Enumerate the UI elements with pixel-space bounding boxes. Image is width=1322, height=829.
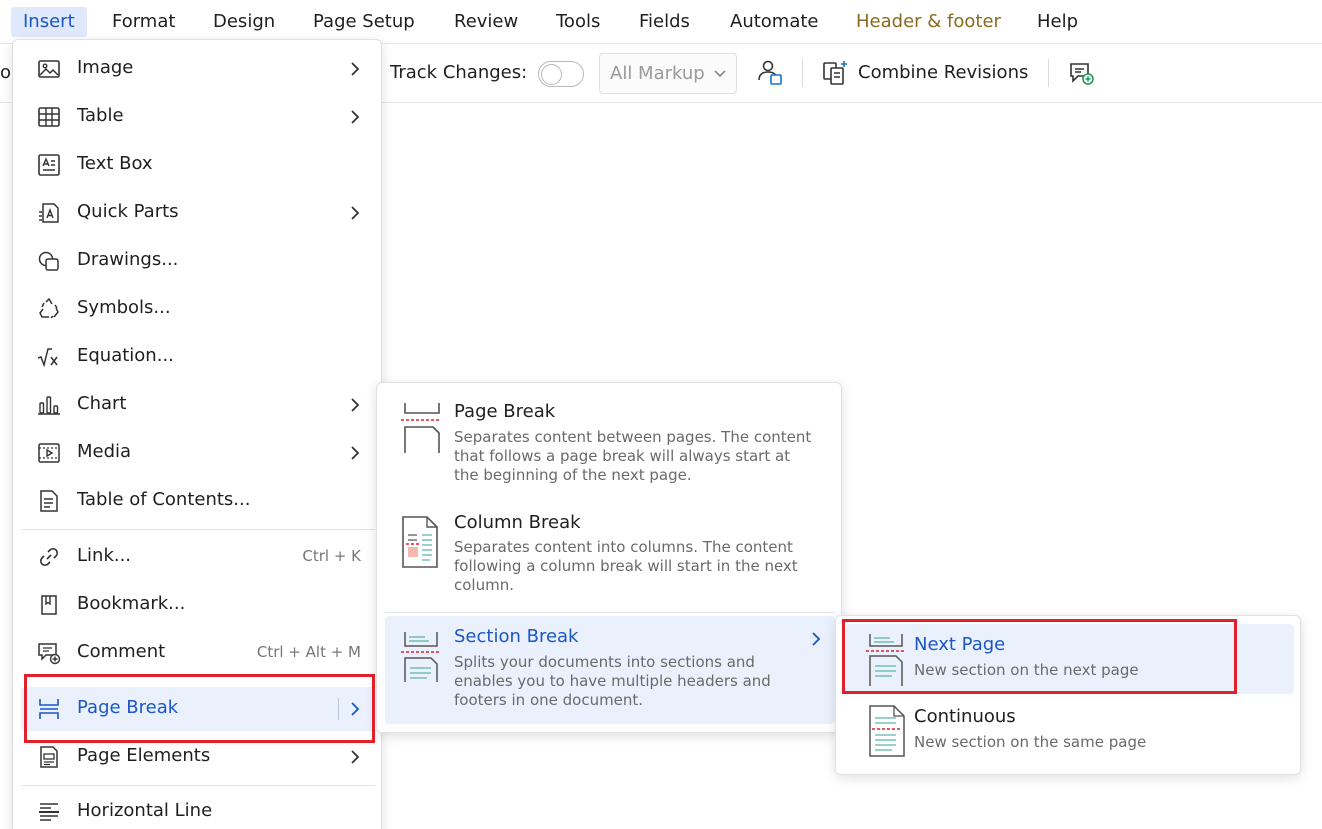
table-icon bbox=[37, 105, 61, 129]
shortcut-hint: Ctrl + Alt + M bbox=[256, 643, 361, 661]
combine-revisions-button[interactable]: Combine Revisions bbox=[858, 62, 1028, 83]
menu-automate[interactable]: Automate bbox=[730, 7, 819, 37]
track-changes-label: Track Changes: bbox=[390, 62, 528, 83]
chart-icon bbox=[37, 393, 61, 417]
track-changes-toggle[interactable] bbox=[538, 61, 584, 87]
menu-item-label: Horizontal Line bbox=[77, 800, 213, 821]
toolbar-divider bbox=[802, 59, 803, 87]
text-box-icon bbox=[37, 153, 61, 177]
menu-fields[interactable]: Fields bbox=[639, 7, 690, 37]
insert-bookmark-item[interactable]: Bookmark... bbox=[21, 583, 375, 627]
insert-text-box-item[interactable]: Text Box bbox=[21, 143, 375, 187]
toolbar-clipped-text: o bbox=[0, 62, 12, 83]
insert-chart-item[interactable]: Chart bbox=[21, 383, 375, 427]
menu-format[interactable]: Format bbox=[112, 7, 175, 37]
shortcut-hint: Ctrl + K bbox=[302, 547, 361, 565]
reviewers-icon[interactable] bbox=[755, 58, 785, 88]
option-title: Section Break bbox=[454, 626, 579, 647]
menu-divider bbox=[21, 785, 375, 786]
markup-select[interactable]: All Markup bbox=[599, 53, 737, 94]
insert-comment-item[interactable]: Comment Ctrl + Alt + M bbox=[21, 631, 375, 675]
insert-quick-parts-item[interactable]: Quick Parts bbox=[21, 191, 375, 235]
menu-item-label: Link... bbox=[77, 545, 132, 566]
image-icon bbox=[37, 57, 61, 81]
horizontal-line-icon bbox=[37, 800, 61, 824]
chevron-right-icon bbox=[345, 443, 365, 463]
column-break-option[interactable]: Column Break Separates content into colu… bbox=[385, 501, 835, 605]
menu-page-setup[interactable]: Page Setup bbox=[313, 7, 415, 37]
menu-item-label: Media bbox=[77, 441, 132, 462]
markup-select-value: All Markup bbox=[610, 63, 705, 84]
menu-header-footer[interactable]: Header & footer bbox=[856, 7, 1001, 37]
toolbar-divider bbox=[1048, 59, 1049, 87]
continuous-option[interactable]: Continuous New section on the same page bbox=[844, 696, 1294, 766]
chevron-right-icon bbox=[345, 395, 365, 415]
annotation-box-page-break bbox=[24, 674, 375, 743]
menu-divider bbox=[21, 529, 375, 530]
section-break-option[interactable]: Section Break Splits your documents into… bbox=[385, 616, 835, 724]
menu-item-label: Quick Parts bbox=[77, 201, 179, 222]
chevron-right-icon bbox=[345, 203, 365, 223]
menu-design[interactable]: Design bbox=[213, 7, 275, 37]
menu-item-label: Bookmark... bbox=[77, 593, 186, 614]
option-description: Separates content between pages. The con… bbox=[454, 428, 812, 484]
insert-table-item[interactable]: Table bbox=[21, 95, 375, 139]
menu-divider bbox=[385, 612, 835, 613]
insert-equation-item[interactable]: Equation... bbox=[21, 335, 375, 379]
menu-item-label: Drawings... bbox=[77, 249, 179, 270]
page-break-icon bbox=[399, 399, 441, 455]
chevron-right-icon bbox=[345, 59, 365, 79]
menu-item-label: Table of Contents... bbox=[77, 489, 251, 510]
link-icon bbox=[37, 545, 61, 569]
menu-item-label: Symbols... bbox=[77, 297, 171, 318]
menu-bar: Insert Format Design Page Setup Review T… bbox=[0, 0, 1322, 44]
chevron-right-icon bbox=[807, 630, 825, 648]
menu-tools[interactable]: Tools bbox=[556, 7, 600, 37]
option-title: Page Break bbox=[454, 401, 556, 422]
menu-item-label: Page Elements bbox=[77, 745, 211, 766]
page-break-option[interactable]: Page Break Separates content between pag… bbox=[385, 391, 835, 495]
insert-media-item[interactable]: Media bbox=[21, 431, 375, 475]
annotation-box-next-page bbox=[842, 619, 1237, 694]
menu-insert[interactable]: Insert bbox=[11, 7, 87, 37]
page-break-submenu: Page Break Separates content between pag… bbox=[376, 382, 842, 733]
bookmark-icon bbox=[37, 593, 61, 617]
insert-link-item[interactable]: Link... Ctrl + K bbox=[21, 535, 375, 579]
insert-table-of-contents-item[interactable]: Table of Contents... bbox=[21, 479, 375, 523]
page-elements-icon bbox=[37, 745, 61, 769]
continuous-icon bbox=[866, 704, 906, 758]
drawings-icon bbox=[37, 249, 61, 273]
menu-item-label: Comment bbox=[77, 641, 166, 662]
quick-parts-icon bbox=[37, 201, 61, 225]
chevron-right-icon bbox=[345, 747, 365, 767]
menu-review[interactable]: Review bbox=[454, 7, 518, 37]
media-icon bbox=[37, 441, 61, 465]
insert-drawings-item[interactable]: Drawings... bbox=[21, 239, 375, 283]
menu-item-label: Equation... bbox=[77, 345, 174, 366]
chevron-right-icon bbox=[345, 107, 365, 127]
combine-revisions-icon[interactable] bbox=[820, 58, 850, 88]
section-break-icon bbox=[399, 628, 441, 684]
table-of-contents-icon bbox=[37, 489, 61, 513]
menu-item-label: Image bbox=[77, 57, 134, 78]
menu-item-label: Text Box bbox=[77, 153, 153, 174]
menu-item-label: Table bbox=[77, 105, 124, 126]
insert-image-item[interactable]: Image bbox=[21, 47, 375, 91]
comment-icon bbox=[37, 641, 61, 665]
chevron-down-icon bbox=[712, 65, 728, 85]
option-title: Column Break bbox=[454, 512, 581, 533]
option-description: Splits your documents into sections and … bbox=[454, 653, 771, 709]
menu-item-label: Chart bbox=[77, 393, 127, 414]
equation-icon bbox=[37, 345, 61, 369]
menu-help[interactable]: Help bbox=[1037, 7, 1078, 37]
option-description: New section on the same page bbox=[914, 733, 1147, 751]
insert-horizontal-line-item[interactable]: Horizontal Line bbox=[21, 790, 375, 829]
option-description: Separates content into columns. The cont… bbox=[454, 538, 798, 594]
insert-symbols-item[interactable]: Symbols... bbox=[21, 287, 375, 331]
new-comment-icon[interactable] bbox=[1066, 58, 1096, 88]
option-title: Continuous bbox=[914, 706, 1016, 727]
symbols-icon bbox=[37, 297, 61, 321]
column-break-icon bbox=[399, 515, 441, 569]
